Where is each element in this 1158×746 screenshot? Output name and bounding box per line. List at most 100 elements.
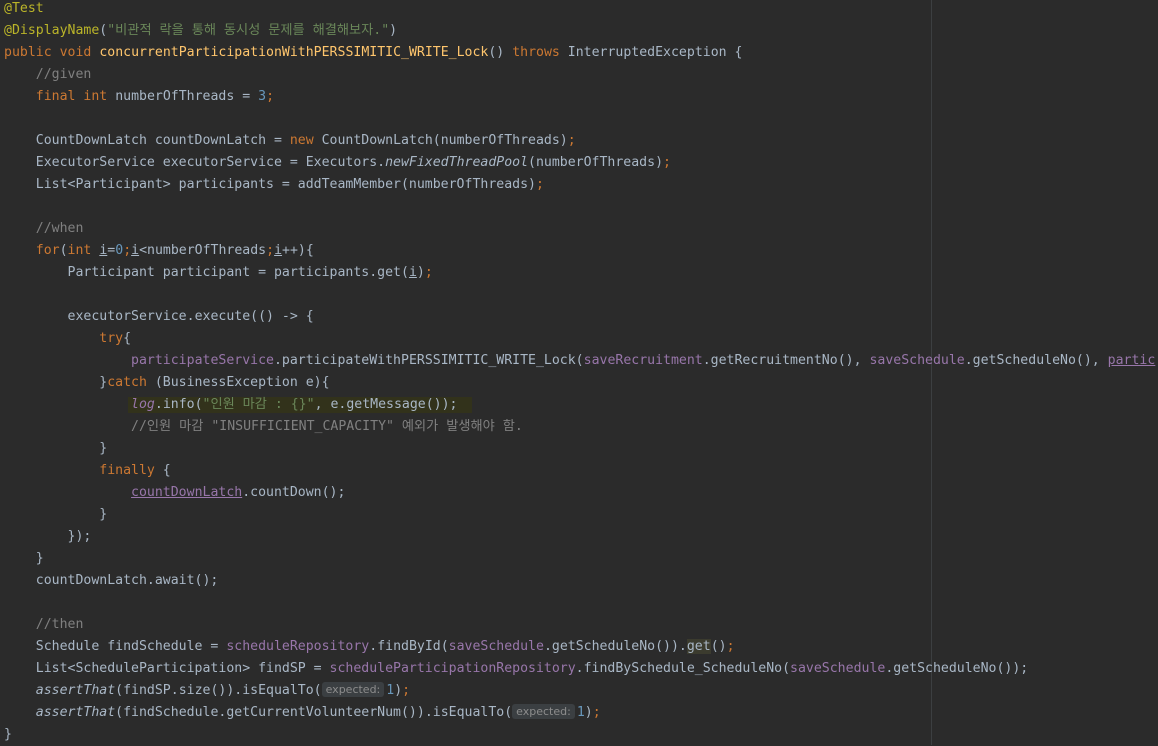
keyword: try — [99, 331, 124, 346]
code-text: CountDownLatch(numberOfThreads) — [313, 133, 568, 148]
code-editor[interactable]: @Test @DisplayName("비관적 락을 통해 동시성 문제를 해결… — [0, 0, 1158, 745]
code-text: .participateWithPERSSIMITIC_WRITE_Lock( — [273, 353, 584, 368]
number-literal: 1 — [386, 683, 395, 698]
display-name-annotation: @DisplayName — [4, 23, 100, 38]
display-name-string: "비관적 락을 통해 동시성 문제를 해결해보자." — [107, 23, 390, 38]
field-reference: countDownLatch — [131, 485, 243, 500]
code-line-18[interactable]: }catch (BusinessException e){ — [4, 372, 329, 394]
code-text: .findById( — [369, 639, 449, 654]
comment: //when — [35, 221, 84, 236]
code-text: CountDownLatch countDownLatch = — [35, 133, 290, 148]
loop-variable: i — [131, 243, 140, 258]
code-line-8[interactable]: ExecutorService executorService = Execut… — [4, 152, 671, 174]
keyword: public — [4, 45, 52, 60]
code-line-17[interactable]: participateService.participateWithPERSSI… — [4, 350, 1155, 372]
log-field: log — [131, 397, 155, 412]
code-text: numberOfThreads = — [115, 89, 259, 104]
string-literal: "인원 마감 : {}" — [202, 397, 315, 412]
keyword: final — [35, 89, 76, 104]
keyword: int — [83, 89, 108, 104]
code-line-5[interactable]: final int numberOfThreads = 3; — [4, 86, 274, 108]
code-line-34[interactable]: } — [4, 724, 12, 746]
loop-variable: i — [274, 243, 283, 258]
code-line-22[interactable]: finally { — [4, 460, 170, 482]
code-text: }); — [67, 529, 92, 544]
code-line-26[interactable]: } — [4, 548, 44, 570]
code-line-3[interactable]: public void concurrentParticipationWithP… — [4, 42, 742, 64]
code-text: executorService.execute(() -> { — [67, 309, 314, 324]
keyword: finally — [99, 463, 155, 478]
test-annotation: @Test — [4, 1, 44, 16]
field-reference: saveRecruitment — [583, 353, 703, 368]
code-text: .countDown(); — [242, 485, 346, 500]
code-text: .getRecruitmentNo(), — [702, 353, 870, 368]
keyword: for — [35, 243, 60, 258]
field-reference: saveSchedule — [790, 661, 886, 676]
number-literal: 1 — [576, 705, 585, 720]
code-text: countDownLatch.await(); — [35, 573, 219, 588]
code-line-27[interactable]: countDownLatch.await(); — [4, 570, 219, 592]
code-text: .getScheduleNo()); — [885, 661, 1029, 676]
code-line-1[interactable]: @Test — [4, 0, 44, 20]
code-line-29[interactable]: //then — [4, 614, 84, 636]
code-line-24[interactable]: } — [4, 504, 107, 526]
code-text: (findSP.size()).isEqualTo( — [115, 683, 322, 698]
code-text: .findBySchedule_ScheduleNo( — [575, 661, 791, 676]
code-text: Schedule findSchedule = — [35, 639, 227, 654]
code-line-23[interactable]: countDownLatch.countDown(); — [4, 482, 345, 504]
code-text: .getScheduleNo(), — [964, 353, 1108, 368]
code-text: .getScheduleNo()). — [543, 639, 687, 654]
code-line-13[interactable]: Participant participant = participants.g… — [4, 262, 433, 284]
parameter-hint: expected: — [321, 682, 385, 697]
parameter-hint: expected: — [512, 704, 575, 719]
code-text: .info( — [154, 397, 203, 412]
keyword: throws — [512, 45, 560, 60]
code-line-32[interactable]: assertThat(findSP.size()).isEqualTo(expe… — [4, 680, 410, 702]
keyword: int — [67, 243, 92, 258]
field-reference: saveSchedule — [869, 353, 965, 368]
code-text: } — [4, 727, 12, 742]
code-line-31[interactable]: List<ScheduleParticipation> findSP = sch… — [4, 658, 1028, 680]
static-method: assertThat — [35, 683, 116, 698]
code-line-30[interactable]: Schedule findSchedule = scheduleReposito… — [4, 636, 735, 658]
code-line-16[interactable]: try{ — [4, 328, 131, 350]
code-line-21[interactable]: } — [4, 438, 107, 460]
code-text: <numberOfThreads — [139, 243, 267, 258]
comment: //given — [35, 67, 92, 82]
code-text: List<Participant> participants = addTeam… — [35, 177, 536, 192]
code-line-4[interactable]: //given — [4, 64, 92, 86]
keyword: new — [289, 133, 314, 148]
code-text: List<ScheduleParticipation> findSP = — [35, 661, 330, 676]
number-literal: 3 — [258, 89, 267, 104]
code-line-19[interactable]: log.info("인원 마감 : {}", e.getMessage()); — [4, 394, 457, 416]
field-reference: scheduleRepository — [226, 639, 370, 654]
code-line-2[interactable]: @DisplayName("비관적 락을 통해 동시성 문제를 해결해보자.") — [4, 20, 397, 42]
exception-type: InterruptedException — [567, 45, 727, 60]
code-text: (findSchedule.getCurrentVolunteerNum()).… — [115, 705, 513, 720]
number-literal: 0 — [115, 243, 124, 258]
code-line-33[interactable]: assertThat(findSchedule.getCurrentVolunt… — [4, 702, 601, 724]
loop-variable: i — [99, 243, 108, 258]
field-reference: scheduleParticipationRepository — [329, 661, 576, 676]
code-text: , e.getMessage()); — [314, 397, 458, 412]
right-margin-guide — [931, 0, 932, 745]
keyword: void — [59, 45, 92, 60]
static-method: newFixedThreadPool — [385, 155, 529, 170]
code-line-7[interactable]: CountDownLatch countDownLatch = new Coun… — [4, 130, 576, 152]
code-line-9[interactable]: List<Participant> participants = addTeam… — [4, 174, 544, 196]
code-line-25[interactable]: }); — [4, 526, 92, 548]
code-text: Participant participant = participants.g… — [67, 265, 409, 280]
code-line-12[interactable]: for(int i=0;i<numberOfThreads;i++){ — [4, 240, 314, 262]
comment: //인원 마감 "INSUFFICIENT_CAPACITY" 예외가 발생해야… — [131, 419, 523, 434]
code-line-20[interactable]: //인원 마감 "INSUFFICIENT_CAPACITY" 예외가 발생해야… — [4, 416, 523, 438]
code-text: (numberOfThreads) — [528, 155, 664, 170]
code-text: ++){ — [282, 243, 314, 258]
code-text: ExecutorService executorService = Execut… — [35, 155, 386, 170]
static-method: assertThat — [35, 705, 116, 720]
comment: //then — [35, 617, 84, 632]
code-line-11[interactable]: //when — [4, 218, 84, 240]
method-name: concurrentParticipationWithPERSSIMITIC_W… — [99, 45, 489, 60]
field-reference: saveSchedule — [448, 639, 544, 654]
keyword: catch — [107, 375, 147, 390]
code-line-15[interactable]: executorService.execute(() -> { — [4, 306, 314, 328]
